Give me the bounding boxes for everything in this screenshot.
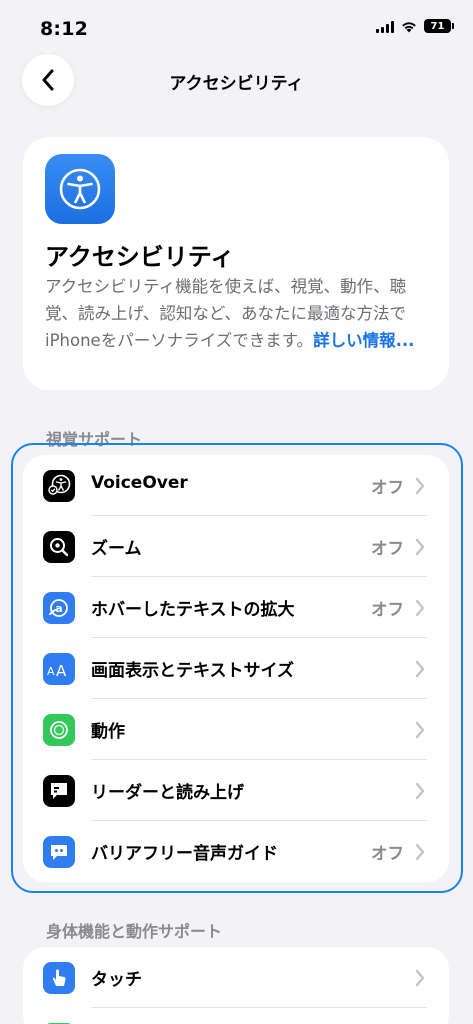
header-card: アクセシビリティ アクセシビリティ機能を使えば、視覚、動作、聴覚、読み上げ、認知… <box>23 137 449 390</box>
row-label: ホバーしたテキストの拡大 <box>91 600 295 620</box>
row-value: オフ <box>371 539 404 558</box>
row-audio-descriptions[interactable]: バリアフリー音声ガイド オフ <box>23 821 449 882</box>
physical-settings-group: タッチ <box>23 947 449 1024</box>
row-label: VoiceOver <box>91 473 188 493</box>
row-spoken-content[interactable]: リーダーと読み上げ <box>23 760 449 821</box>
text-size-icon: A A <box>43 653 75 685</box>
svg-text:a: a <box>55 602 62 615</box>
row-label: ズーム <box>91 539 142 559</box>
chevron-right-icon <box>415 721 425 739</box>
section-label-physical: 身体機能と動作サポート <box>46 922 223 941</box>
wifi-icon <box>402 21 416 32</box>
spoken-content-icon <box>43 775 75 807</box>
row-value: オフ <box>371 844 404 863</box>
row-hover-text[interactable]: a ホバーしたテキストの拡大 オフ <box>23 577 449 638</box>
header-title: アクセシビリティ <box>45 243 235 271</box>
chevron-right-icon <box>415 477 425 495</box>
row-label: バリアフリー音声ガイド <box>91 844 278 864</box>
header-description: アクセシビリティ機能を使えば、視覚、動作、聴覚、読み上げ、認知など、あなたに最適… <box>45 273 429 354</box>
row-touch[interactable]: タッチ <box>23 947 449 1008</box>
status-bar: 8:12 71 <box>0 0 473 58</box>
row-zoom[interactable]: ズーム オフ <box>23 516 449 577</box>
row-next-partial[interactable] <box>23 1008 449 1024</box>
hover-text-icon: a <box>43 592 75 624</box>
row-label: タッチ <box>91 970 142 990</box>
status-icons: 71 <box>376 19 454 33</box>
row-display-text-size[interactable]: A A 画面表示とテキストサイズ <box>23 638 449 699</box>
chevron-right-icon <box>415 599 425 617</box>
cellular-signal-icon <box>376 20 394 33</box>
row-value: オフ <box>371 478 404 497</box>
svg-text:A: A <box>56 662 67 679</box>
chevron-right-icon <box>415 843 425 861</box>
chevron-right-icon <box>415 538 425 556</box>
battery-indicator: 71 <box>424 19 454 33</box>
motion-icon <box>43 714 75 746</box>
row-label: 動作 <box>91 722 125 742</box>
row-label: リーダーと読み上げ <box>91 783 244 803</box>
touch-icon <box>43 962 75 994</box>
accessibility-icon <box>45 154 115 224</box>
audio-descriptions-icon <box>43 836 75 868</box>
nav-title: アクセシビリティ <box>169 74 304 94</box>
status-time: 8:12 <box>40 18 89 40</box>
row-label: 画面表示とテキストサイズ <box>91 661 294 681</box>
chevron-right-icon <box>415 660 425 678</box>
voiceover-icon <box>43 470 75 502</box>
row-motion[interactable]: 動作 <box>23 699 449 760</box>
chevron-right-icon <box>415 969 425 987</box>
row-value: オフ <box>371 600 404 619</box>
navigation-bar: アクセシビリティ <box>0 52 473 108</box>
svg-text:A: A <box>47 665 55 678</box>
row-voiceover[interactable]: VoiceOver オフ <box>23 455 449 516</box>
learn-more-link[interactable]: 詳しい情報... <box>313 331 414 350</box>
zoom-icon <box>43 531 75 563</box>
chevron-right-icon <box>415 782 425 800</box>
vision-settings-group: VoiceOver オフ ズーム オフ a ホバーしたテキストの拡大 オフ A … <box>23 455 449 882</box>
